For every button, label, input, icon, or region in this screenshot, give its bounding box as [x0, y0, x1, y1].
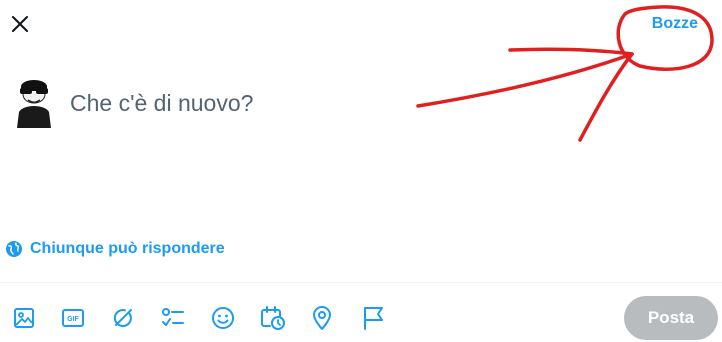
- grok-button[interactable]: [106, 300, 140, 336]
- compose-text-input[interactable]: [70, 86, 590, 120]
- emoji-button[interactable]: [206, 300, 240, 336]
- flag-button[interactable]: [356, 300, 390, 336]
- close-button[interactable]: [6, 10, 34, 38]
- red-annotation-arrow: [416, 5, 714, 142]
- drafts-link[interactable]: Bozze: [652, 15, 698, 33]
- gif-button[interactable]: GIF: [56, 300, 90, 336]
- grok-icon: [113, 309, 132, 327]
- globe-icon: [6, 241, 22, 257]
- avatar[interactable]: [17, 76, 51, 128]
- schedule-icon: [261, 306, 285, 330]
- gif-icon-text: GIF: [67, 316, 79, 323]
- compose-post-dialog: Bozze Chiunque può rispondere: [0, 0, 722, 342]
- post-button[interactable]: Posta: [624, 296, 718, 340]
- media-button[interactable]: [7, 300, 41, 336]
- emoji-icon: [212, 307, 234, 329]
- close-icon: [12, 16, 28, 32]
- reply-setting-button[interactable]: Chiunque può rispondere: [5, 240, 225, 258]
- gif-icon: GIF: [62, 309, 84, 327]
- poll-icon: [162, 308, 184, 326]
- media-icon: [14, 308, 34, 328]
- schedule-button[interactable]: [256, 300, 290, 336]
- location-button[interactable]: [305, 300, 339, 336]
- flag-icon: [364, 307, 383, 330]
- poll-button[interactable]: [156, 300, 190, 336]
- divider: [0, 282, 722, 283]
- compose-toolbar: GIF: [0, 300, 420, 336]
- reply-setting-label: Chiunque può rispondere: [30, 240, 225, 257]
- location-icon: [313, 306, 331, 330]
